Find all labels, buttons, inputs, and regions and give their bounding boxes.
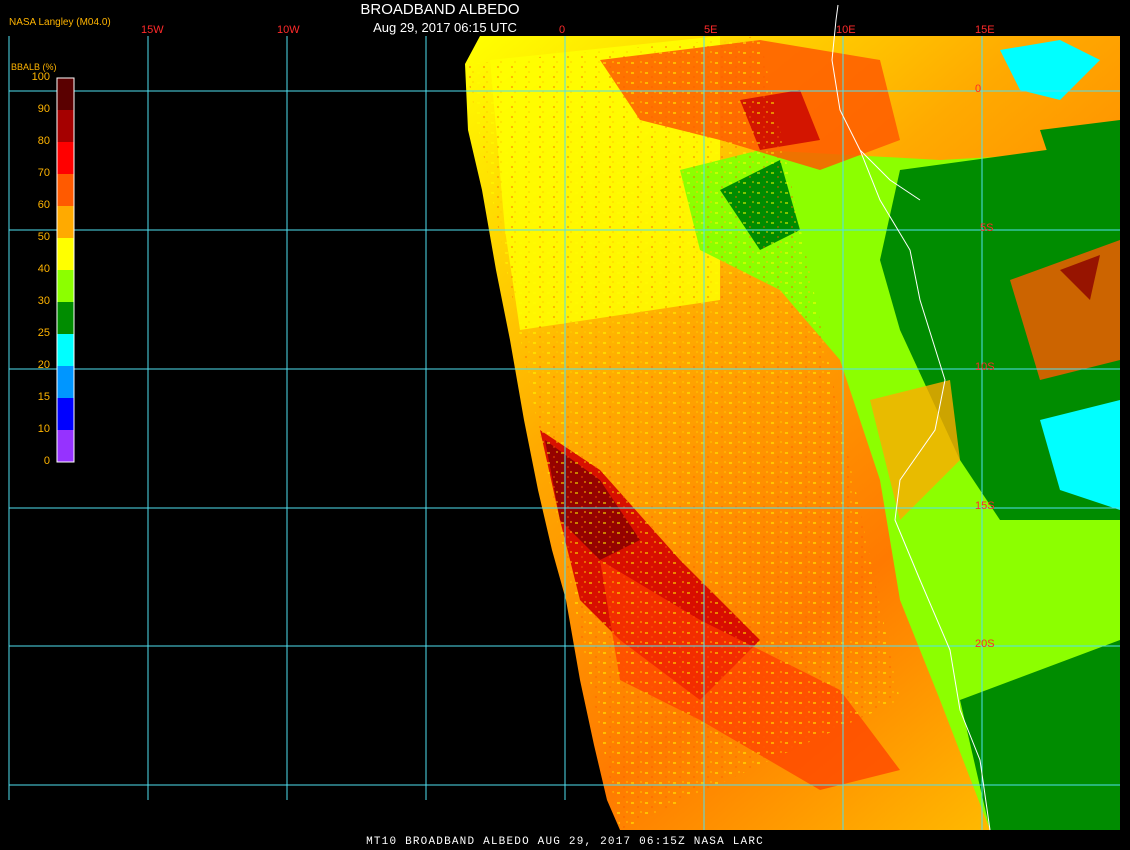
lat-label-10s: 10S: [975, 361, 995, 373]
colorbar-tick-label: 70: [37, 167, 50, 179]
colorbar-tick-label: 40: [37, 263, 50, 275]
colorbar-tick-label: 20: [37, 359, 50, 371]
colorbar-swatch: [57, 430, 74, 462]
lat-label-20s: 20S: [975, 638, 995, 650]
colorbar-swatch: [57, 270, 74, 302]
lon-label-10w: 10W: [277, 24, 300, 36]
colorbar-tick-label: 100: [31, 71, 50, 83]
colorbar-swatch: [57, 174, 74, 206]
colorbar-tick-label: 50: [37, 231, 50, 243]
colorbar-tick-label: 25: [37, 327, 50, 339]
colorbar-tick-label: 15: [37, 391, 50, 403]
datetime-label: Aug 29, 2017 06:15 UTC: [373, 20, 517, 35]
colorbar-swatch: [57, 398, 74, 430]
colorbar-swatch: [57, 206, 74, 238]
product-title: BROADBAND ALBEDO: [360, 1, 520, 18]
colorbar-swatch: [57, 110, 74, 142]
colorbar: [56, 77, 75, 463]
lat-label-0: 0: [975, 83, 982, 95]
colorbar-swatch: [57, 366, 74, 398]
lon-label-5e: 5E: [704, 24, 718, 36]
lat-label-15s: 15S: [975, 500, 995, 512]
colorbar-tick-label: 10: [37, 423, 50, 435]
colorbar-tick-label: 80: [37, 135, 50, 147]
lat-label-5s: 5S: [980, 222, 994, 234]
lon-label-10e: 10E: [836, 24, 856, 36]
colorbar-swatch: [57, 238, 74, 270]
colorbar-swatch: [57, 334, 74, 366]
footer-caption: MT10 BROADBAND ALBEDO AUG 29, 2017 06:15…: [366, 836, 764, 848]
lon-label-15e: 15E: [975, 24, 995, 36]
colorbar-swatch: [57, 302, 74, 334]
colorbar-swatch: [57, 78, 74, 110]
colorbar-tick-label: 60: [37, 199, 50, 211]
colorbar-swatch: [57, 142, 74, 174]
colorbar-tick-label: 30: [37, 295, 50, 307]
albedo-map: [0, 0, 1130, 850]
colorbar-tick-label: 0: [43, 455, 50, 467]
colorbar-tick-label: 90: [37, 103, 50, 115]
lon-label-15w: 15W: [141, 24, 164, 36]
lon-label-0: 0: [559, 24, 566, 36]
